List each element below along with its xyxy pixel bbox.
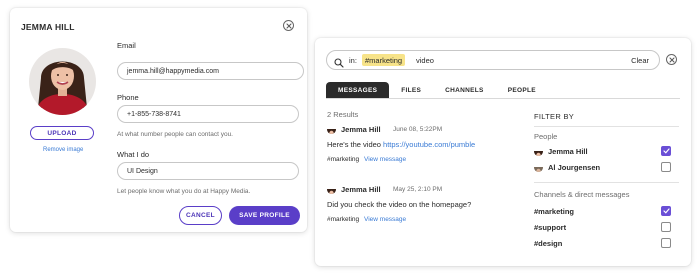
tab-files[interactable]: FILES	[389, 82, 433, 98]
checkbox-unchecked[interactable]	[661, 238, 671, 248]
role-hint: Let people know what you do at Happy Med…	[117, 188, 251, 195]
results-count: 2 Results	[327, 110, 359, 119]
phone-hint: At what number people can contact you.	[117, 131, 233, 138]
tab-people[interactable]: PEOPLE	[496, 82, 548, 98]
search-channel-token[interactable]: #marketing	[362, 54, 406, 66]
avatar	[534, 163, 543, 172]
filter-channel-name: #support	[534, 223, 567, 232]
filter-channel-name: #design	[534, 239, 563, 248]
filter-divider	[534, 126, 679, 127]
phone-field[interactable]: +1-855-738-8741	[117, 105, 299, 123]
filter-channel-marketing[interactable]: #marketing	[534, 206, 671, 217]
result-text: Here's the video https://youtube.com/pum…	[327, 140, 475, 149]
search-input[interactable]: in: #marketing video Clear	[326, 50, 660, 70]
filter-person-al[interactable]: Al Jourgensen	[534, 162, 671, 173]
filter-channel-support[interactable]: #support	[534, 222, 671, 233]
channels-filter-label: Channels & direct messages	[534, 190, 630, 199]
close-icon[interactable]	[666, 54, 677, 65]
avatar	[327, 185, 336, 194]
avatar	[534, 147, 543, 156]
edit-profile-card: JEMMA HILL UPLOAD Remove image Email jem…	[10, 8, 307, 232]
remove-image-link[interactable]: Remove image	[43, 147, 83, 153]
result-channel: #marketing	[327, 216, 360, 223]
search-scope-prefix: in:	[349, 56, 357, 65]
tab-channels[interactable]: CHANNELS	[433, 82, 496, 98]
avatar	[327, 125, 336, 134]
filter-person-name: Jemma Hill	[548, 147, 588, 156]
result-time: May 25, 2:10 PM	[393, 186, 443, 193]
upload-button[interactable]: UPLOAD	[30, 126, 94, 140]
filter-divider	[534, 182, 679, 183]
filter-title: FILTER BY	[534, 112, 575, 121]
profile-title: JEMMA HILL	[21, 22, 75, 32]
cancel-button[interactable]: CANCEL	[179, 206, 222, 225]
result-link[interactable]: https://youtube.com/pumble	[383, 140, 475, 149]
result-text: Did you check the video on the homepage?	[327, 200, 472, 209]
avatar	[29, 48, 96, 115]
filter-channel-name: #marketing	[534, 207, 575, 216]
save-profile-button[interactable]: SAVE PROFILE	[229, 206, 300, 225]
filter-person-jemma[interactable]: Jemma Hill	[534, 146, 671, 157]
checkbox-checked[interactable]	[661, 146, 671, 156]
role-field[interactable]: UI Design	[117, 162, 299, 180]
filter-person-name: Al Jourgensen	[548, 163, 601, 172]
checkbox-unchecked[interactable]	[661, 162, 671, 172]
tab-messages[interactable]: MESSAGES	[326, 82, 390, 98]
close-icon[interactable]	[283, 20, 294, 31]
clear-button[interactable]: Clear	[631, 56, 649, 65]
result-time: June 08, 5:22PM	[393, 126, 443, 133]
checkbox-checked[interactable]	[661, 206, 671, 216]
search-icon	[334, 55, 344, 73]
search-card: in: #marketing video Clear MESSAGES FILE…	[315, 38, 691, 266]
search-query: video	[416, 56, 434, 65]
result-text-body: Here's the video	[327, 140, 384, 149]
email-field[interactable]: jemma.hill@happymedia.com	[117, 62, 304, 80]
result-channel: #marketing	[327, 156, 360, 163]
people-filter-label: People	[534, 132, 558, 141]
view-message-link[interactable]: View message	[364, 156, 406, 163]
result-author[interactable]: Jemma Hill	[341, 125, 381, 134]
filter-channel-design[interactable]: #design	[534, 238, 671, 249]
email-label: Email	[117, 41, 136, 50]
view-message-link[interactable]: View message	[364, 216, 406, 223]
tabs-divider	[326, 98, 680, 99]
phone-label: Phone	[117, 93, 139, 102]
result-author[interactable]: Jemma Hill	[341, 185, 381, 194]
role-label: What I do	[117, 150, 150, 159]
result-tabs: MESSAGES FILES CHANNELS PEOPLE	[326, 82, 548, 98]
checkbox-unchecked[interactable]	[661, 222, 671, 232]
